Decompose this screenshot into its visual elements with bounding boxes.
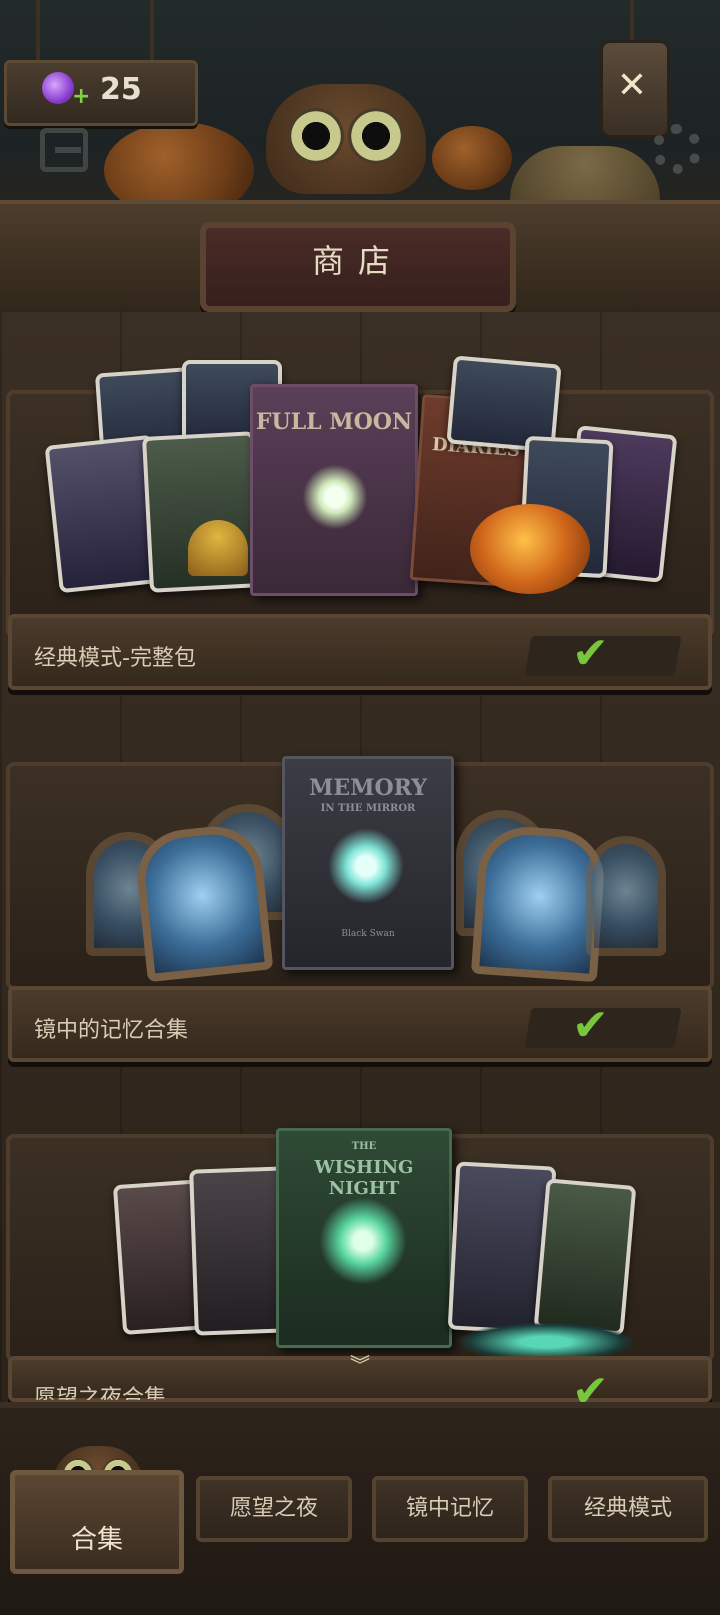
gear-icon[interactable] — [652, 124, 702, 174]
shelf-label: 经典模式-完整包 — [34, 646, 196, 671]
currency-value: 25 — [100, 72, 142, 107]
flame-tablet-icon — [586, 836, 666, 956]
check-icon: ✔ — [572, 628, 609, 679]
shelf-item-wishing-night[interactable]: THE WISHING NIGHT — [0, 1124, 720, 1364]
character-card — [533, 1178, 637, 1336]
owl-eye — [288, 108, 344, 164]
rope — [150, 0, 154, 62]
book-title: MEMORY — [309, 775, 427, 801]
book-memory: MEMORY IN THE MIRROR Black Swan — [282, 756, 454, 970]
close-icon[interactable]: ✕ — [610, 66, 654, 106]
scroll-down-chevron-icon[interactable]: ︾ — [344, 1355, 376, 1375]
book-full-moon: FULL MOON — [250, 384, 418, 596]
tab-wishing-night[interactable]: 愿望之夜 — [196, 1476, 352, 1542]
pumpkin-decoration — [432, 126, 512, 190]
check-icon: ✔ — [572, 1000, 609, 1051]
witch-hat-tablet-icon — [132, 821, 274, 983]
owl-mascot — [266, 84, 426, 194]
book-wishing-night: THE WISHING NIGHT — [276, 1128, 452, 1348]
page-title: 商店 — [311, 242, 404, 280]
book-footer: Black Swan — [341, 929, 395, 939]
jack-o-lantern-icon — [470, 504, 590, 594]
exit-icon[interactable] — [40, 128, 88, 172]
shelf-item-memory[interactable]: MEMORY IN THE MIRROR Black Swan — [0, 752, 720, 990]
check-icon: ✔ — [572, 1372, 609, 1402]
helmet-decoration — [510, 146, 660, 206]
crystal-spiral-icon — [323, 823, 409, 909]
rope — [36, 0, 40, 62]
book-subtitle: THE — [351, 1141, 377, 1152]
shelf-label: 镜中的记忆合集 — [34, 1018, 189, 1043]
tab-classic-mode[interactable]: 经典模式 — [548, 1476, 708, 1542]
book-subtitle: IN THE MIRROR — [320, 803, 416, 814]
book-title: FULL MOON — [255, 409, 413, 435]
treasure-pot — [188, 520, 248, 576]
moon-spiral-icon — [297, 459, 373, 535]
tab-collection[interactable]: 合集 — [10, 1470, 184, 1574]
candy-icon — [42, 72, 74, 104]
shelf-label: 愿望之夜合集 — [34, 1386, 167, 1400]
plus-icon[interactable]: + — [72, 84, 90, 109]
tab-mirror-memory[interactable]: 镜中记忆 — [372, 1476, 528, 1542]
wishing-spiral-icon — [315, 1193, 411, 1289]
owl-eye — [348, 108, 404, 164]
rope — [630, 0, 634, 42]
